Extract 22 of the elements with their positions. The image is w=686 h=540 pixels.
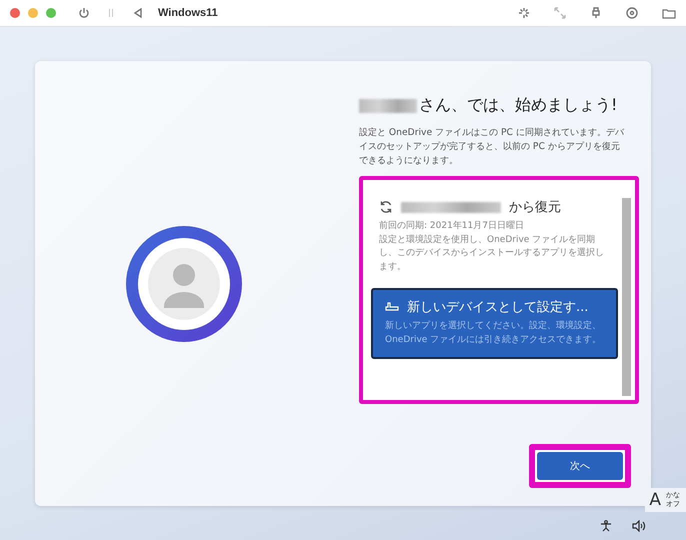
back-icon[interactable] xyxy=(132,7,144,19)
last-sync-text: 前回の同期: 2021年11月7日日曜日 xyxy=(379,220,525,233)
laptop-icon xyxy=(385,302,399,312)
option-description: 新しいアプリを選択してください。設定、環境設定、OneDrive ファイルには引き続きアクセスできます。 xyxy=(385,320,602,346)
option-title: から復元 xyxy=(509,199,561,216)
option-card[interactable]: 新しいデバイスとして設定す... 新しいアプリを選択してください。設定、環境設定、OneDrive ファイルには引き続きアクセスできます。 xyxy=(371,288,618,359)
speaker-icon[interactable] xyxy=(632,520,646,532)
sync-icon xyxy=(379,200,393,214)
heading: さん、では、始めましょう! xyxy=(419,95,618,116)
folder-icon[interactable] xyxy=(662,7,676,19)
option-title: 新しいデバイスとして設定す... xyxy=(407,299,588,316)
sparkle-icon[interactable] xyxy=(518,7,530,19)
scrollbar[interactable] xyxy=(622,198,631,396)
option-description: 設定と環境設定を使用し、OneDrive ファイルを同期し、このデバイスからインストールするアプリを選択します。 xyxy=(379,234,605,274)
next-button[interactable]: 次へ xyxy=(537,452,623,480)
usb-icon[interactable] xyxy=(590,7,602,19)
close-button[interactable] xyxy=(10,8,20,18)
power-icon[interactable] xyxy=(78,7,90,19)
disc-icon[interactable] xyxy=(626,7,638,19)
window-title: Windows11 xyxy=(158,7,218,19)
description-text: 設定と OneDrive ファイルはこの PC に同期されています。デバイスのセットアップが完了すると、以前の PC からアプリを復元できるようになります。 xyxy=(359,126,624,168)
accessibility-icon[interactable] xyxy=(600,520,612,532)
